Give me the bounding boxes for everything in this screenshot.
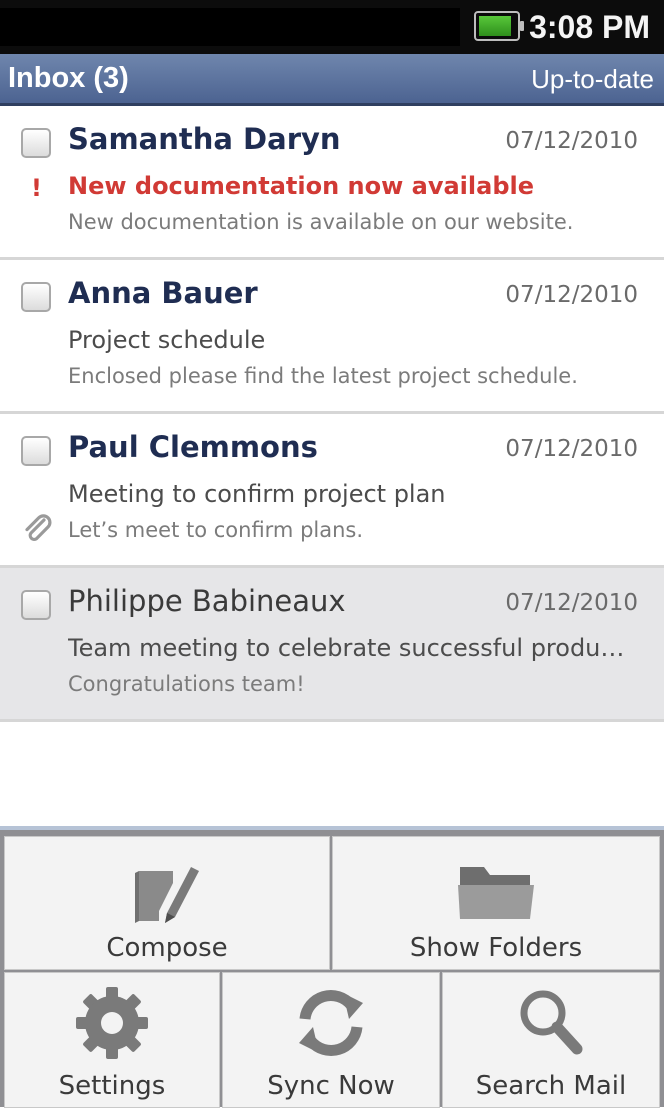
message-preview: Let’s meet to confirm plans. [68,518,364,542]
sync-status: Up-to-date [531,64,654,94]
compose-button[interactable]: Compose [4,836,330,970]
battery-icon [474,11,524,41]
message-subject: Team meeting to celebrate successful pro… [68,634,625,662]
message-row[interactable]: Samantha Daryn 07/12/2010 ! New document… [0,106,664,260]
search-mail-button[interactable]: Search Mail [442,972,660,1108]
gear-icon [76,987,148,1059]
status-clock: 3:08 PM [529,9,650,45]
battery-level [479,16,511,36]
settings-label: Settings [58,1071,166,1101]
search-mail-label: Search Mail [475,1071,627,1101]
status-bar: 3:08 PM [0,0,664,54]
message-subject: New documentation now available [68,172,535,200]
message-row[interactable]: Paul Clemmons 07/12/2010 Meeting to conf… [0,414,664,568]
sync-now-label: Sync Now [267,1071,395,1101]
message-checkbox[interactable] [21,282,51,312]
message-date: 07/12/2010 [505,128,638,154]
message-row[interactable]: Philippe Babineaux 07/12/2010 Team meeti… [0,568,664,722]
sync-now-button[interactable]: Sync Now [222,972,440,1108]
show-folders-button[interactable]: Show Folders [332,836,660,970]
message-sender: Anna Bauer [68,276,258,310]
compose-icon [135,867,199,923]
message-checkbox[interactable] [21,590,51,620]
message-date: 07/12/2010 [505,282,638,308]
message-preview: Congratulations team! [68,672,305,696]
message-sender: Philippe Babineaux [68,584,346,618]
message-sender: Samantha Daryn [68,122,341,156]
message-subject: Meeting to confirm project plan [68,480,446,508]
message-date: 07/12/2010 [505,590,638,616]
options-menu: Compose Show Folders Settings Sync Now S… [0,826,664,1108]
search-icon [520,990,583,1055]
message-row[interactable]: Anna Bauer 07/12/2010 Project schedule E… [0,260,664,414]
message-checkbox[interactable] [21,436,51,466]
compose-label: Compose [106,933,228,963]
settings-button[interactable]: Settings [4,972,220,1108]
paperclip-icon [25,514,52,541]
message-subject: Project schedule [68,326,266,354]
message-date: 07/12/2010 [505,436,638,462]
show-folders-label: Show Folders [409,933,583,963]
message-checkbox[interactable] [21,128,51,158]
notification-area [0,8,460,46]
page-title: Inbox (3) [8,62,129,94]
inbox-header: Inbox (3) Up-to-date [0,54,664,106]
high-priority-icon: ! [31,174,42,202]
message-preview: New documentation is available on our we… [68,210,574,234]
folder-icon [458,867,534,919]
message-list: Samantha Daryn 07/12/2010 ! New document… [0,106,664,722]
sync-icon [299,990,363,1056]
message-preview: Enclosed please find the latest project … [68,364,578,388]
message-sender: Paul Clemmons [68,430,318,464]
